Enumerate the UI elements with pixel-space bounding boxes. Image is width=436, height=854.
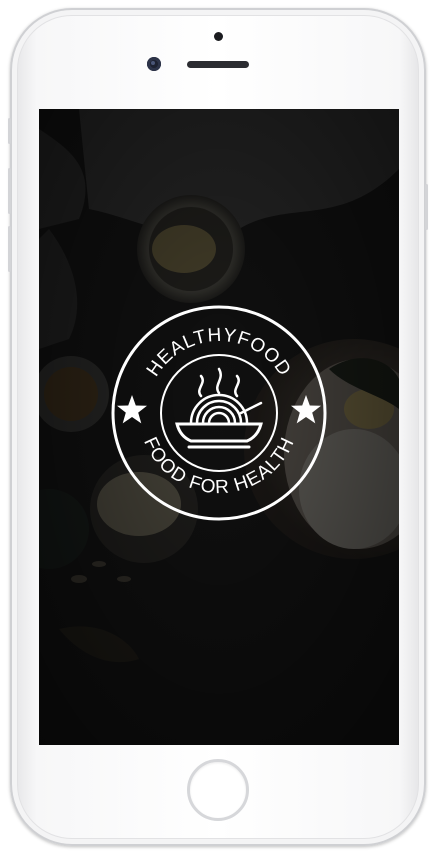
earpiece-speaker bbox=[187, 61, 249, 68]
logo-tagline: FOOD FOR HEALTH bbox=[139, 434, 299, 498]
star-icon bbox=[291, 395, 321, 424]
logo-title-text: HEALTHYFOOD bbox=[143, 325, 294, 381]
logo-tagline-text: FOOD FOR HEALTH bbox=[139, 434, 298, 498]
bowl-icon bbox=[175, 393, 263, 449]
star-icon bbox=[117, 395, 147, 424]
healthyfood-logo-badge: HEALTHYFOOD FOOD FOR HEALTH bbox=[111, 305, 327, 521]
volume-up-button bbox=[8, 168, 11, 214]
front-camera bbox=[147, 57, 161, 71]
steam-icon bbox=[198, 367, 240, 398]
proximity-sensor bbox=[214, 32, 223, 41]
logo-title: HEALTHYFOOD bbox=[143, 325, 295, 381]
power-button bbox=[425, 184, 428, 230]
home-button[interactable] bbox=[187, 759, 249, 821]
volume-down-button bbox=[8, 226, 11, 272]
mute-switch bbox=[8, 118, 11, 144]
splash-screen: HEALTHYFOOD FOOD FOR HEALTH bbox=[39, 109, 399, 745]
